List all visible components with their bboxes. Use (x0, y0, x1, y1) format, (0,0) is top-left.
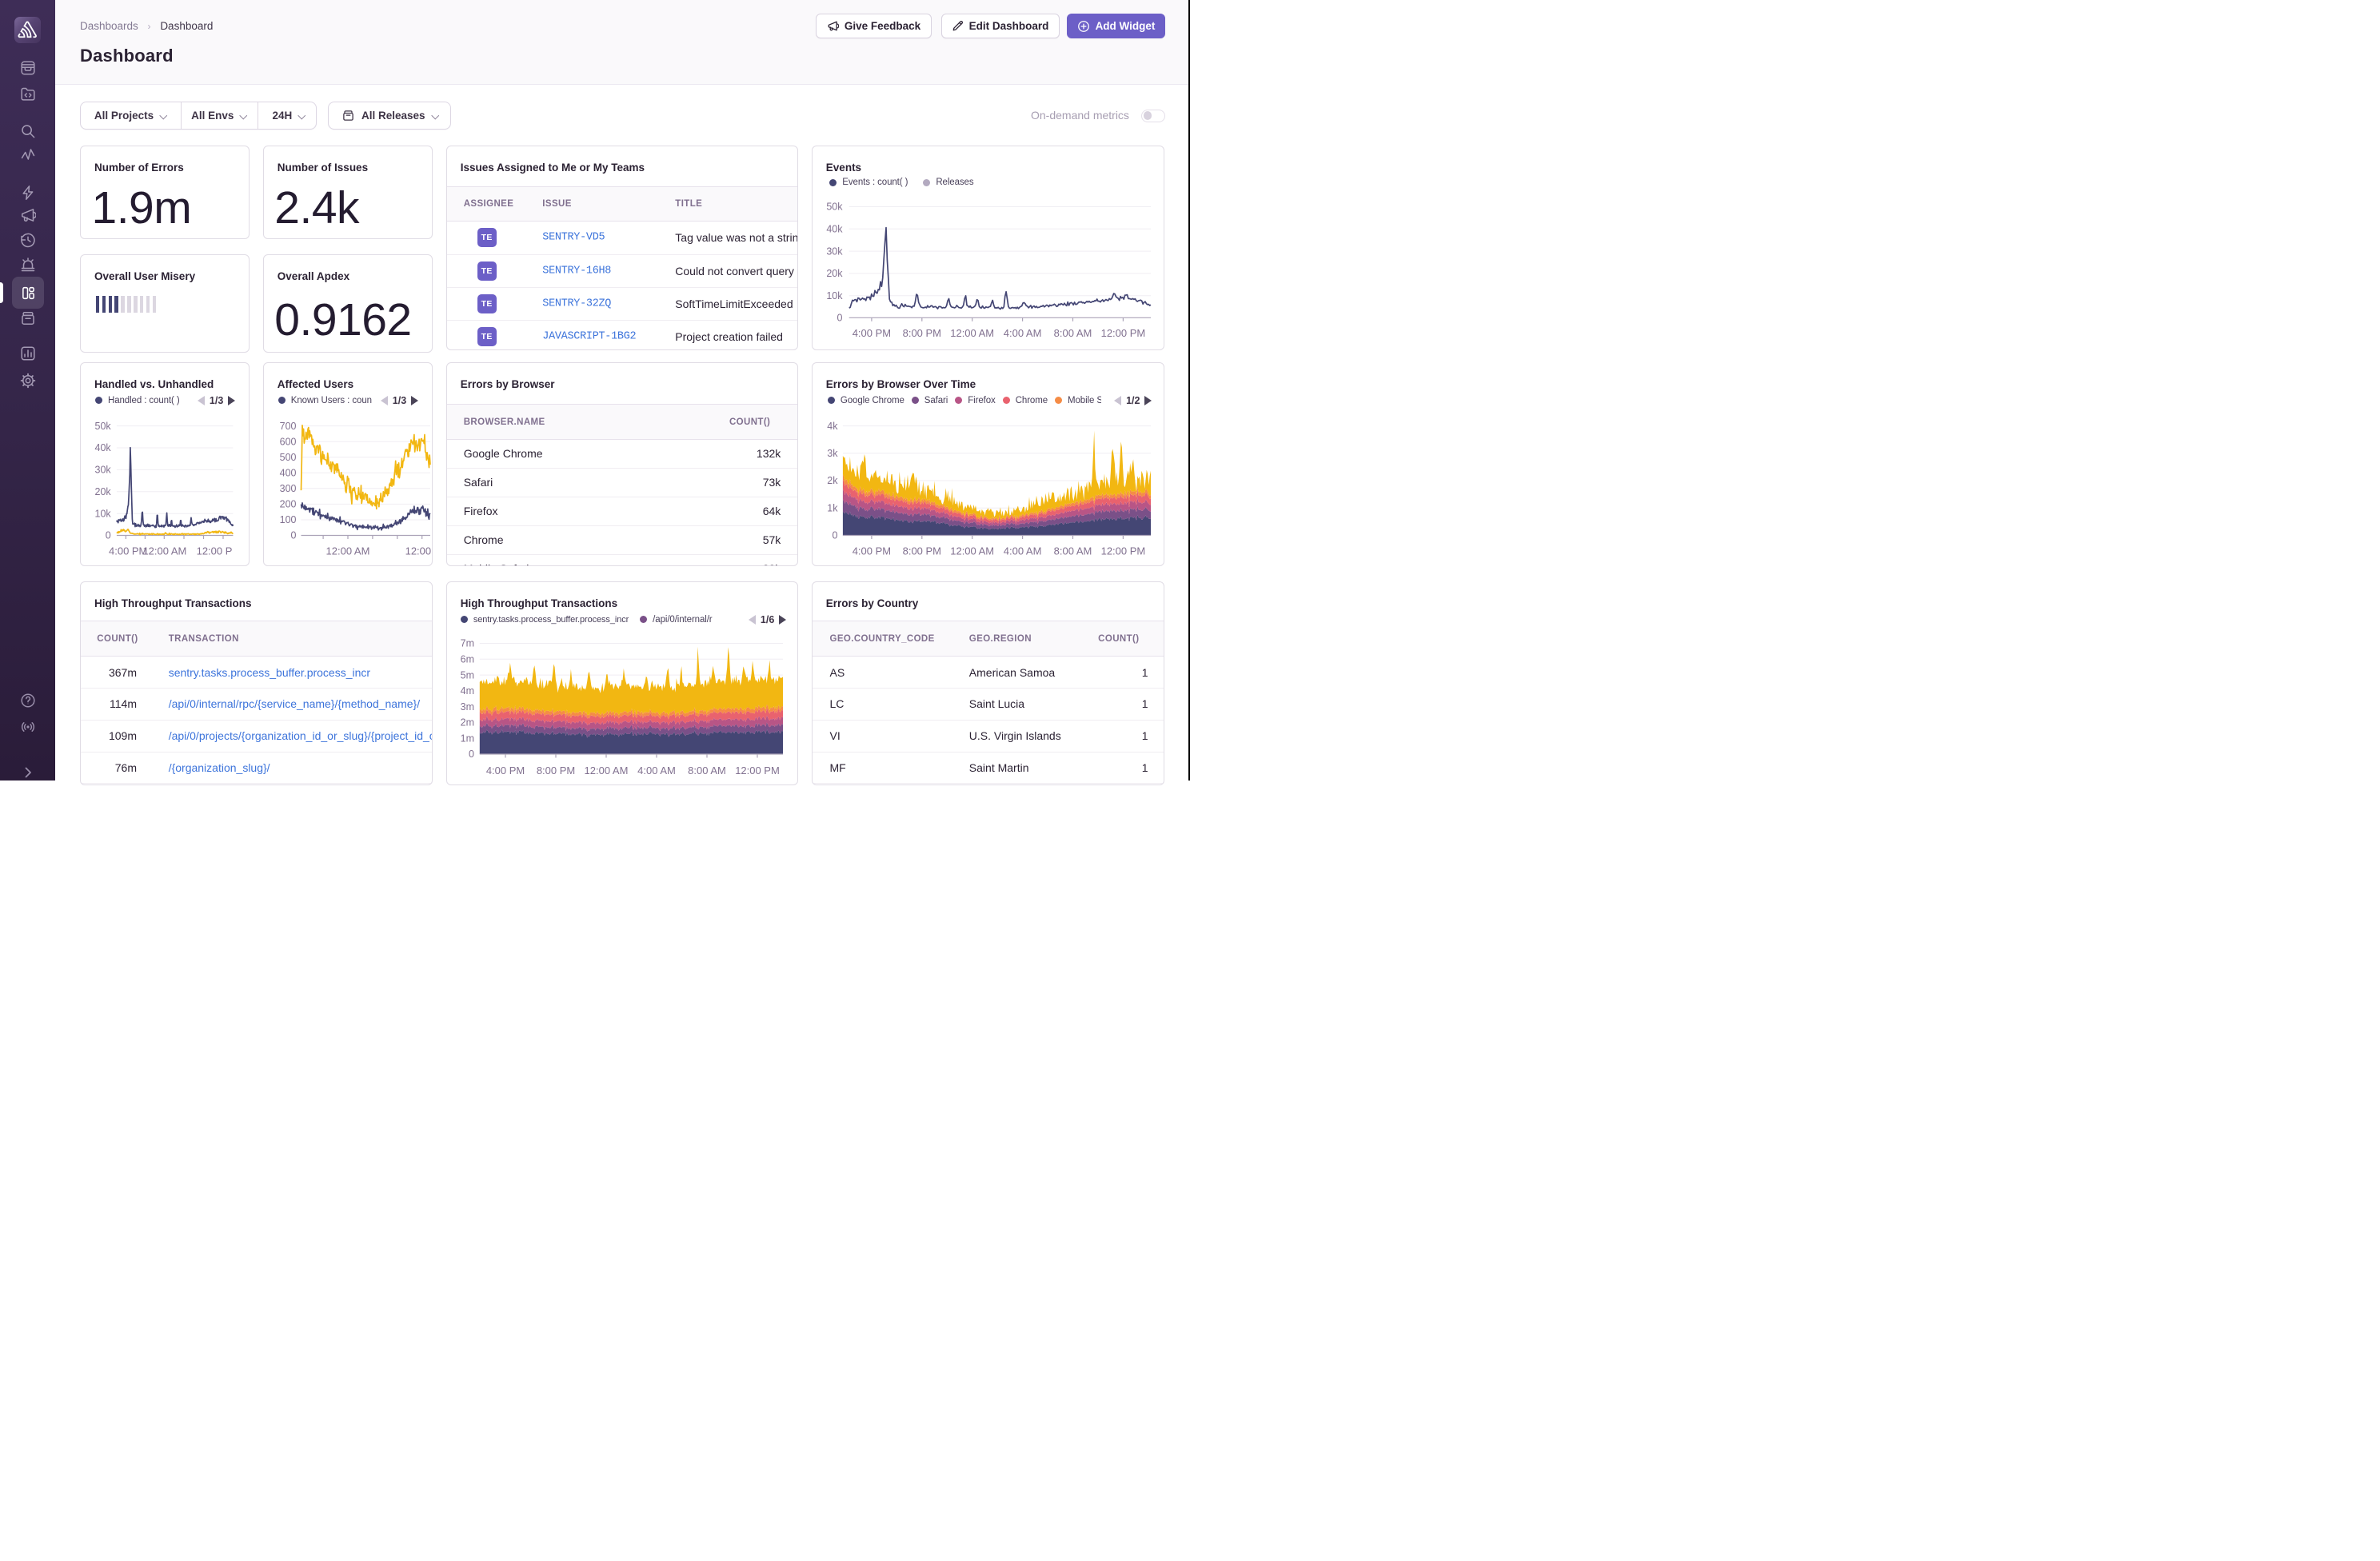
svg-text:4k: 4k (827, 421, 838, 432)
svg-text:40k: 40k (95, 442, 112, 453)
svg-text:8:00 AM: 8:00 AM (1053, 327, 1092, 339)
svg-text:4:00 PM: 4:00 PM (853, 327, 891, 339)
svg-text:12:00 AM: 12:00 AM (950, 327, 994, 339)
svg-text:0: 0 (837, 312, 842, 323)
svg-text:0: 0 (832, 530, 837, 541)
svg-text:10k: 10k (95, 509, 112, 520)
svg-text:12:00 AM: 12:00 AM (142, 545, 186, 557)
svg-text:8:00 AM: 8:00 AM (1053, 545, 1092, 557)
svg-text:50k: 50k (95, 421, 112, 432)
svg-text:0: 0 (469, 749, 474, 760)
svg-text:200: 200 (279, 499, 296, 510)
svg-text:1k: 1k (827, 503, 838, 514)
svg-text:5m: 5m (460, 669, 473, 681)
svg-text:12:00 P: 12:00 P (405, 545, 433, 557)
svg-text:0: 0 (290, 530, 296, 541)
svg-text:400: 400 (279, 468, 296, 479)
svg-text:1m: 1m (460, 733, 473, 745)
svg-text:3k: 3k (827, 448, 838, 459)
svg-text:2k: 2k (827, 475, 838, 486)
svg-text:12:00 PM: 12:00 PM (1100, 327, 1145, 339)
svg-text:500: 500 (279, 452, 296, 463)
svg-text:8:00 PM: 8:00 PM (537, 765, 575, 777)
svg-text:4:00 AM: 4:00 AM (1004, 545, 1042, 557)
svg-text:30k: 30k (95, 465, 112, 476)
svg-text:20k: 20k (95, 486, 112, 497)
svg-text:2m: 2m (460, 717, 473, 729)
svg-text:700: 700 (279, 421, 296, 432)
svg-text:4:00 PM: 4:00 PM (853, 545, 891, 557)
svg-text:8:00 PM: 8:00 PM (902, 545, 940, 557)
svg-text:0: 0 (106, 530, 111, 541)
svg-text:50k: 50k (826, 202, 843, 213)
svg-text:4:00 PM: 4:00 PM (486, 765, 525, 777)
svg-text:30k: 30k (826, 246, 843, 257)
svg-text:12:00 PM: 12:00 PM (1100, 545, 1145, 557)
svg-text:6m: 6m (460, 654, 473, 665)
svg-text:8:00 AM: 8:00 AM (688, 765, 726, 777)
svg-text:600: 600 (279, 437, 296, 448)
svg-text:7m: 7m (460, 638, 473, 649)
svg-text:4:00 AM: 4:00 AM (637, 765, 676, 777)
svg-text:100: 100 (279, 514, 296, 525)
svg-text:300: 300 (279, 483, 296, 494)
svg-text:12:00 AM: 12:00 AM (584, 765, 628, 777)
svg-text:20k: 20k (826, 268, 843, 279)
svg-text:4m: 4m (460, 685, 473, 697)
svg-text:10k: 10k (826, 290, 843, 301)
svg-text:8:00 PM: 8:00 PM (902, 327, 940, 339)
svg-text:3m: 3m (460, 701, 473, 713)
svg-text:40k: 40k (826, 223, 843, 234)
svg-text:12:00 AM: 12:00 AM (325, 545, 369, 557)
svg-text:12:00 AM: 12:00 AM (950, 545, 994, 557)
svg-text:12:00 P: 12:00 P (197, 545, 233, 557)
svg-text:4:00 AM: 4:00 AM (1004, 327, 1042, 339)
svg-text:4:00 PM: 4:00 PM (109, 545, 147, 557)
svg-text:12:00 PM: 12:00 PM (735, 765, 780, 777)
